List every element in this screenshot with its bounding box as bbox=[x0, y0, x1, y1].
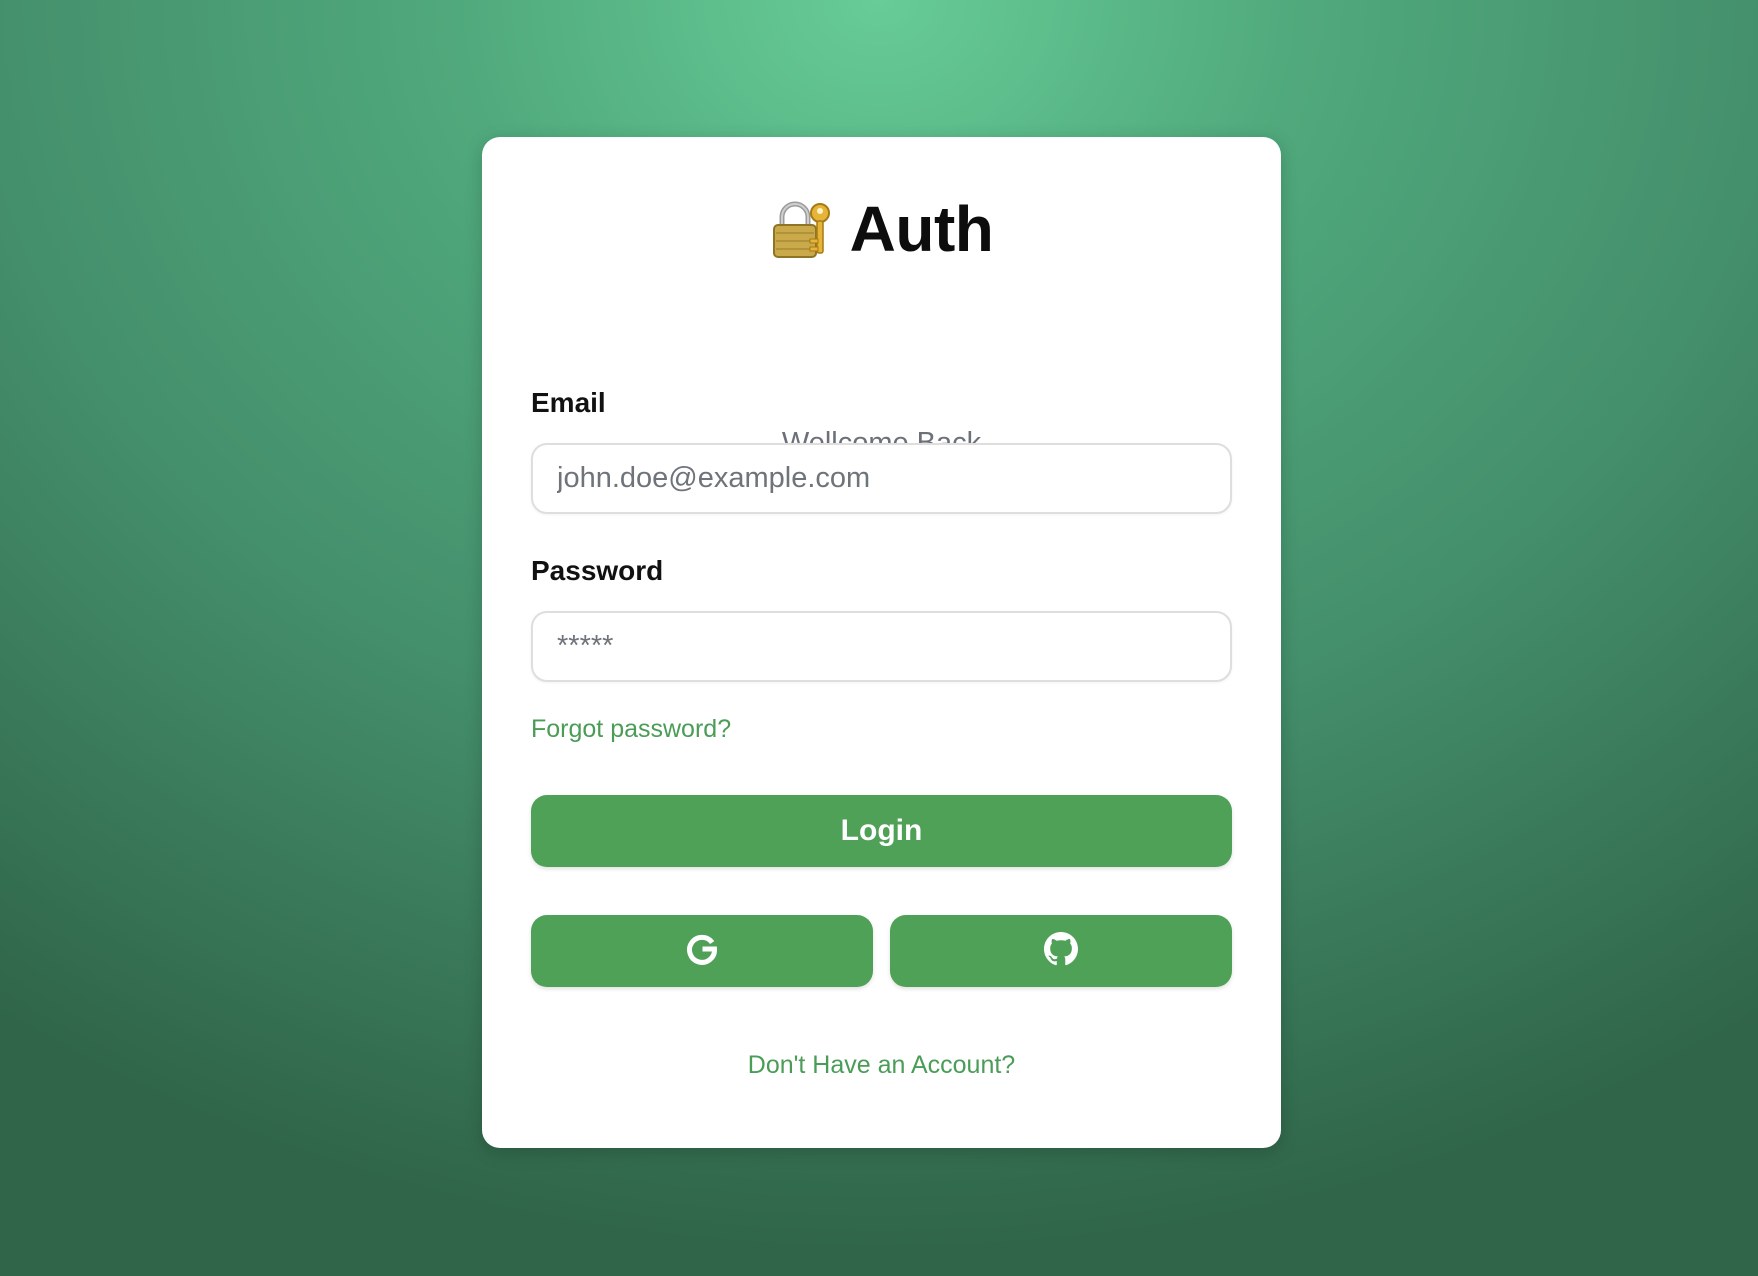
login-card: Auth Wellcome Back Email Password Forgot… bbox=[482, 137, 1281, 1148]
signup-link[interactable]: Don't Have an Account? bbox=[482, 1051, 1281, 1080]
google-icon bbox=[685, 932, 719, 971]
google-login-button[interactable] bbox=[531, 915, 873, 987]
app-title: Auth bbox=[849, 193, 994, 265]
lock-with-key-icon bbox=[770, 197, 834, 261]
email-label: Email bbox=[531, 387, 606, 418]
card-header: Auth bbox=[482, 189, 1281, 269]
password-label: Password bbox=[531, 555, 664, 586]
github-icon bbox=[1044, 931, 1078, 971]
github-login-button[interactable] bbox=[890, 915, 1232, 987]
password-field[interactable] bbox=[531, 611, 1232, 682]
forgot-password-link[interactable]: Forgot password? bbox=[531, 715, 731, 744]
login-button[interactable]: Login bbox=[531, 795, 1232, 867]
email-field[interactable] bbox=[531, 443, 1232, 514]
